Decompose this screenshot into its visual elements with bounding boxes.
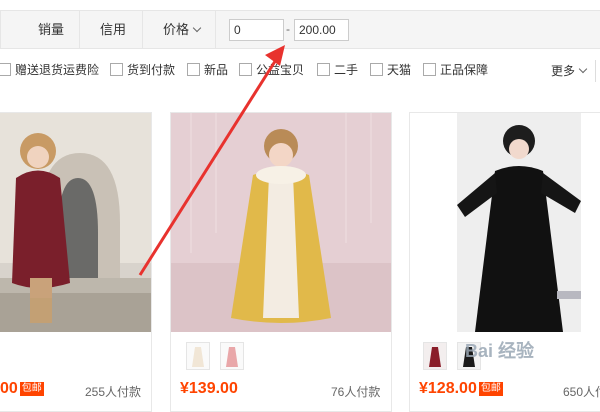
price-separator: - bbox=[286, 22, 290, 36]
sort-tab-credit[interactable]: 信用 bbox=[100, 11, 126, 48]
checkbox[interactable] bbox=[187, 63, 200, 76]
checkbox[interactable] bbox=[370, 63, 383, 76]
price-max-input[interactable] bbox=[294, 19, 349, 41]
filter-tmall[interactable]: 天猫 bbox=[370, 62, 411, 78]
sort-divider bbox=[142, 11, 143, 48]
free-shipping-badge: 包邮 bbox=[19, 382, 44, 396]
checkbox[interactable] bbox=[110, 63, 123, 76]
sku-thumbnail[interactable] bbox=[186, 342, 210, 370]
product-price: ¥128.00 包邮 bbox=[419, 380, 503, 397]
sort-divider bbox=[0, 11, 1, 48]
product-image[interactable] bbox=[171, 113, 391, 332]
chevron-down-icon bbox=[578, 64, 588, 74]
sku-thumbnail[interactable] bbox=[423, 342, 447, 370]
price-min-input[interactable] bbox=[229, 19, 284, 41]
filter-genuine-guarantee[interactable]: 正品保障 bbox=[423, 62, 488, 78]
more-filters-button[interactable]: 更多 bbox=[551, 62, 588, 79]
checkbox[interactable] bbox=[0, 63, 11, 76]
filter-cash-on-delivery[interactable]: 货到付款 bbox=[110, 62, 175, 78]
payment-count: 255人付款 bbox=[85, 385, 142, 399]
product-photo-yellow-coat bbox=[171, 113, 391, 332]
filter-new-item[interactable]: 新品 bbox=[187, 62, 228, 78]
product-price: 00 包邮 bbox=[0, 380, 44, 397]
payment-count: 650人付款 bbox=[563, 385, 600, 399]
checkbox[interactable] bbox=[239, 63, 252, 76]
filter-divider bbox=[595, 60, 596, 82]
payment-count: 76人付款 bbox=[331, 385, 381, 399]
product-image[interactable] bbox=[0, 113, 151, 332]
sort-bar: 销量 信用 价格 - bbox=[0, 10, 600, 49]
filter-free-return-insurance[interactable]: 赠送退货运费险 bbox=[0, 62, 99, 78]
filter-bar: 赠送退货运费险 货到付款 新品 公益宝贝 二手 天猫 正品保障 更多 bbox=[0, 55, 600, 85]
filter-charity[interactable]: 公益宝贝 bbox=[239, 62, 304, 78]
sort-divider bbox=[79, 11, 80, 48]
checkbox[interactable] bbox=[423, 63, 436, 76]
chevron-down-icon bbox=[192, 23, 202, 33]
sort-tab-price-label: 价格 bbox=[163, 22, 190, 37]
free-shipping-badge: 包邮 bbox=[478, 382, 503, 396]
sku-thumbnail[interactable] bbox=[220, 342, 244, 370]
checkbox[interactable] bbox=[317, 63, 330, 76]
product-photo-black-dress bbox=[457, 113, 581, 332]
product-price: ¥139.00 bbox=[180, 380, 238, 397]
product-image[interactable] bbox=[457, 113, 581, 332]
filter-second-hand[interactable]: 二手 bbox=[317, 62, 358, 78]
sort-tab-price[interactable]: 价格 bbox=[163, 11, 202, 48]
sort-divider bbox=[215, 11, 216, 48]
sort-tab-sales[interactable]: 销量 bbox=[38, 11, 64, 48]
watermark-logo: Bai 经验 bbox=[465, 341, 535, 361]
product-photo-red-dress bbox=[0, 113, 151, 332]
